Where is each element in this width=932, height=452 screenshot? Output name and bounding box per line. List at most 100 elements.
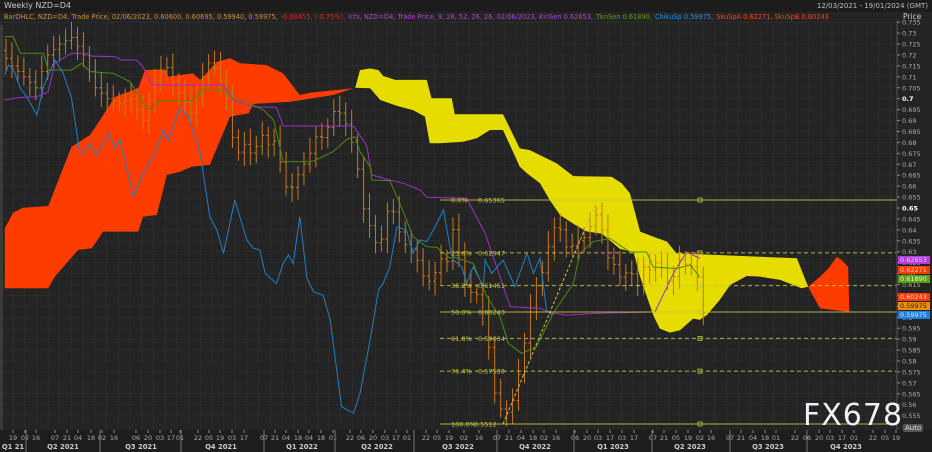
ohlc-bar bbox=[93, 59, 98, 97]
x-tick-label: 02 bbox=[98, 434, 106, 442]
ohlc-bar bbox=[391, 198, 396, 225]
x-tick-label: 06 bbox=[357, 434, 365, 442]
x-tick-label: 22 bbox=[869, 434, 877, 442]
x-tick-label: 22 bbox=[194, 434, 202, 442]
ohlc-bar bbox=[236, 128, 241, 161]
fib-level-pct: 38.2% bbox=[451, 282, 472, 290]
x-tick-label: 20 bbox=[369, 434, 377, 442]
x-tick-label: 02 bbox=[460, 434, 468, 442]
quarter-label: Q4 2021 bbox=[205, 443, 237, 451]
x-tick-label: 21 bbox=[271, 434, 279, 442]
ohlc-bar bbox=[248, 128, 253, 166]
ohlc-bar bbox=[552, 217, 557, 261]
ohlc-bar bbox=[546, 231, 551, 282]
x-tick-label: 20 bbox=[144, 434, 152, 442]
ohlc-bar bbox=[242, 132, 247, 167]
ohlc-bar bbox=[33, 70, 38, 101]
fib-level-pct: 50.0% bbox=[451, 308, 472, 316]
x-tick-label: 16 bbox=[475, 434, 483, 442]
x-tick-label: 17 bbox=[392, 434, 400, 442]
x-tick-label: 21 bbox=[737, 434, 745, 442]
y-tick-label: 0.68 bbox=[902, 139, 916, 147]
x-tick-label: 18 bbox=[529, 434, 537, 442]
x-tick-label: 03 bbox=[228, 434, 236, 442]
ohlc-bar bbox=[296, 165, 300, 200]
quarter-label: Q2 2023 bbox=[674, 443, 706, 451]
y-tick-label: 0.71 bbox=[902, 73, 916, 81]
x-tick-label: 17 bbox=[630, 434, 638, 442]
fib-level-value: 0.60243 bbox=[478, 308, 505, 316]
y-tick-label: 0.64 bbox=[902, 226, 916, 234]
x-tick-label: 19 bbox=[216, 434, 224, 442]
fib-level-pct: 100.0% bbox=[451, 420, 476, 428]
x-tick-label: 18 bbox=[761, 434, 769, 442]
ohlc-bar bbox=[9, 42, 14, 79]
x-tick-label: 19 bbox=[445, 434, 453, 442]
fib-level-value: 0.65365 bbox=[478, 197, 505, 205]
ohlc-bar bbox=[260, 121, 265, 156]
quarter-label: Q3 2021 bbox=[125, 443, 157, 451]
x-tick-label: 04 bbox=[282, 434, 290, 442]
fib-level-value: 0.57538 bbox=[478, 368, 505, 376]
ohlc-bar bbox=[27, 68, 32, 97]
x-tick-label: 01 bbox=[329, 434, 337, 442]
x-tick-label: 01 bbox=[850, 434, 858, 442]
cloud-bull bbox=[808, 256, 850, 312]
y-tick-label: 0.705 bbox=[902, 84, 921, 92]
y-tick-label: 0.66 bbox=[902, 183, 916, 191]
quarter-label: Q1 21 bbox=[2, 443, 25, 451]
ichimoku-chart[interactable]: 0.0% 0.65365 23.6% 0.62947 38.2% 0.61451 50.0%… bbox=[0, 0, 932, 452]
y-tick-label: 0.645 bbox=[902, 215, 921, 223]
y-tick-label: 0.735 bbox=[902, 19, 921, 27]
x-tick-label: 02 bbox=[696, 434, 704, 442]
y-tick-label: 0.715 bbox=[902, 62, 921, 70]
ohlc-bar bbox=[498, 379, 503, 418]
ohlc-bar bbox=[528, 293, 533, 358]
x-tick-label: 05 bbox=[433, 434, 441, 442]
value-tag: 0.59975 bbox=[898, 311, 930, 319]
y-tick-label: 0.695 bbox=[902, 106, 921, 114]
ohlc-bar bbox=[69, 21, 74, 50]
x-tick-label: 21 bbox=[63, 434, 71, 442]
ohlc-bar bbox=[337, 95, 342, 128]
ohlc-bar bbox=[427, 260, 432, 291]
ohlc-bar bbox=[367, 193, 372, 238]
x-tick-label: 22 bbox=[422, 434, 430, 442]
x-tick-label: 05 bbox=[205, 434, 213, 442]
y-tick-label: 0.655 bbox=[902, 194, 921, 202]
x-tick-label: 05 bbox=[672, 434, 680, 442]
y-tick-label: 0.575 bbox=[902, 368, 921, 376]
y-tick-label: 0.635 bbox=[902, 237, 921, 245]
auto-scale-button[interactable]: Auto bbox=[903, 424, 924, 432]
y-tick-label: 0.73 bbox=[902, 30, 916, 38]
y-tick-label: 0.665 bbox=[902, 172, 921, 180]
y-tick-label: 0.59 bbox=[902, 336, 916, 344]
x-tick-label: 06 bbox=[571, 434, 579, 442]
x-tick-label: 17 bbox=[606, 434, 614, 442]
ohlc-bar bbox=[63, 28, 68, 55]
y-tick-label: 0.57 bbox=[902, 379, 916, 387]
ohlc-bar bbox=[361, 156, 366, 223]
x-tick-label: 21 bbox=[505, 434, 513, 442]
x-tick-label: 18 bbox=[317, 434, 325, 442]
quarter-label: Q3 2023 bbox=[752, 443, 784, 451]
ohlc-bar bbox=[379, 225, 384, 252]
x-tick-label: 07 bbox=[649, 434, 657, 442]
value-tag: 0.59975 bbox=[898, 302, 930, 310]
x-tick-label: 19 bbox=[9, 434, 17, 442]
fib-level-pct: 23.6% bbox=[451, 249, 472, 257]
ohlc-bar bbox=[421, 248, 426, 287]
x-tick-label: 17 bbox=[167, 434, 175, 442]
ohlc-bar bbox=[307, 137, 312, 173]
x-tick-label: 01 bbox=[403, 434, 411, 442]
x-tick-label: 21 bbox=[660, 434, 668, 442]
x-tick-label: 17 bbox=[838, 434, 846, 442]
watermark: FX678 bbox=[803, 398, 904, 433]
ohlc-bar bbox=[433, 262, 438, 296]
ohlc-bar bbox=[87, 46, 92, 82]
y-tick-label: 0.675 bbox=[902, 150, 921, 158]
x-tick-label: 04 bbox=[305, 434, 313, 442]
ohlc-bar bbox=[373, 215, 378, 254]
quarter-label: Q4 2022 bbox=[519, 443, 551, 451]
fib-level-pct: 76.4% bbox=[451, 368, 472, 376]
